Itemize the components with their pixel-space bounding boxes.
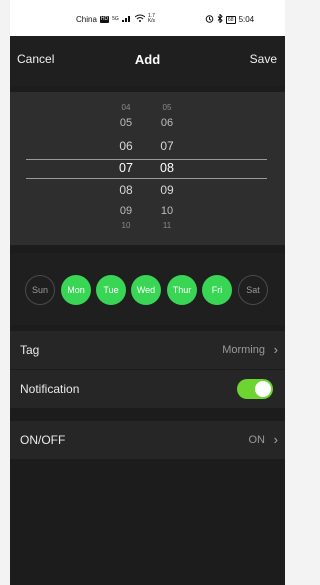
status-time: 5:04 <box>238 15 255 24</box>
notification-row: Notification <box>10 370 285 408</box>
page-title: Add <box>134 52 161 67</box>
hour-option[interactable]: 06 <box>111 139 141 153</box>
battery-level: 68 <box>226 15 236 24</box>
day-mon-button[interactable]: Mon <box>61 275 91 305</box>
tag-label: Tag <box>20 343 40 357</box>
minute-option[interactable]: 08 <box>152 161 182 175</box>
minute-option[interactable]: 05 <box>152 103 182 112</box>
minute-wheel[interactable]: 05 06 07 08 09 10 11 <box>152 92 182 245</box>
onoff-row[interactable]: ON/OFF ON › <box>10 421 285 459</box>
minute-option[interactable]: 09 <box>152 183 182 197</box>
signal-icon <box>121 14 132 24</box>
hour-option[interactable]: 07 <box>111 161 141 175</box>
day-wed-button[interactable]: Wed <box>131 275 161 305</box>
minute-option[interactable]: 11 <box>152 221 182 230</box>
wifi-icon <box>134 14 146 24</box>
weekday-selector: Sun Mon Tue Wed Thur Fri Sat <box>10 253 285 325</box>
chevron-right-icon: › <box>273 342 278 357</box>
minute-option[interactable]: 10 <box>152 205 182 217</box>
day-fri-button[interactable]: Fri <box>202 275 232 305</box>
day-sun-button[interactable]: Sun <box>25 275 55 305</box>
onoff-label: ON/OFF <box>20 433 66 447</box>
day-sat-button[interactable]: Sat <box>238 275 268 305</box>
day-tue-button[interactable]: Tue <box>96 275 126 305</box>
day-thur-button[interactable]: Thur <box>167 275 197 305</box>
carrier-label: China <box>76 14 97 24</box>
notification-label: Notification <box>20 382 80 396</box>
save-button[interactable]: Save <box>250 52 277 66</box>
hour-option[interactable]: 05 <box>111 117 141 129</box>
onoff-value: ON <box>248 434 266 446</box>
minute-option[interactable]: 06 <box>152 117 182 129</box>
bluetooth-icon <box>217 13 223 25</box>
time-picker[interactable]: 04 05 06 07 08 09 10 05 06 07 08 09 10 11 <box>10 92 285 245</box>
top-bar: Cancel Add Save <box>10 36 285 86</box>
hour-option[interactable]: 08 <box>111 183 141 197</box>
chevron-right-icon: › <box>273 432 278 447</box>
selection-line-top <box>26 159 267 160</box>
alarm-add-screen: China HD 5G 1.7 K/s 68 5:04 Cancel Add S… <box>10 0 285 585</box>
hour-option[interactable]: 10 <box>111 221 141 230</box>
selection-line-bottom <box>26 178 267 179</box>
status-bar: China HD 5G 1.7 K/s 68 5:04 <box>10 0 285 36</box>
tag-value: Morming <box>222 344 265 356</box>
minute-option[interactable]: 07 <box>152 139 182 153</box>
hour-option[interactable]: 09 <box>111 205 141 217</box>
notification-toggle[interactable] <box>237 379 273 399</box>
network-speed: 1.7 K/s <box>148 14 155 24</box>
status-right: 68 5:04 <box>205 13 255 25</box>
hd-badge: HD <box>99 15 110 23</box>
toggle-knob <box>255 381 271 397</box>
alarm-clock-icon <box>205 14 214 25</box>
hour-wheel[interactable]: 04 05 06 07 08 09 10 <box>111 92 141 245</box>
network-type: 5G <box>112 16 119 22</box>
hour-option[interactable]: 04 <box>111 103 141 112</box>
speed-unit: K/s <box>147 18 156 24</box>
tag-row[interactable]: Tag Morming › <box>10 331 285 369</box>
status-left: China HD 5G 1.7 K/s <box>76 14 155 24</box>
